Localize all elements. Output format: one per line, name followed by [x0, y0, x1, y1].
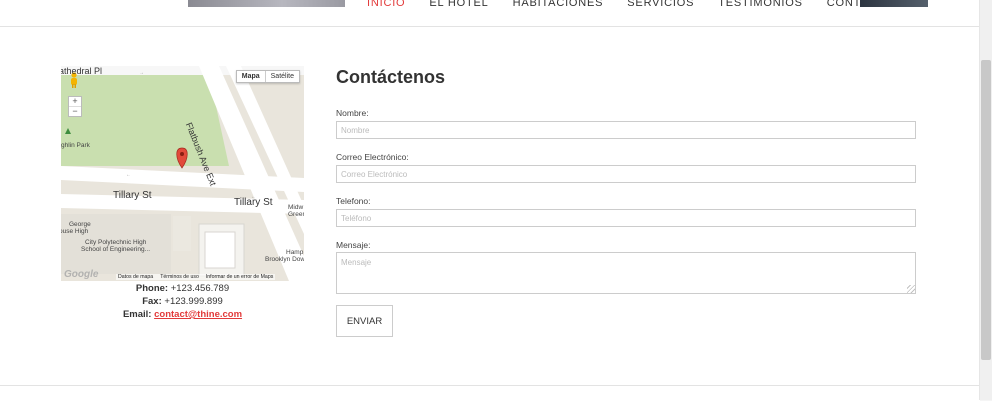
fax-label: Fax: [142, 296, 162, 307]
email-link[interactable]: contact@thine.com [154, 309, 242, 320]
phone-label: Phone: [135, 283, 169, 294]
zoom-in-button[interactable]: + [69, 97, 81, 106]
header-image-left [188, 0, 345, 7]
place-label-polytechnic-2: School of Engineering... [81, 246, 151, 253]
street-label-tillary-west: Tillary St [113, 190, 152, 201]
map-type-map-button[interactable]: Mapa [237, 71, 266, 82]
map-data-link[interactable]: Datos de mapa [118, 274, 153, 280]
map-type-satellite-button[interactable]: Satélite [266, 71, 299, 82]
map-report-link[interactable]: Informar de un error de Maps [206, 274, 273, 280]
map-type-control: Mapa Satélite [235, 70, 300, 83]
place-label-george-2: ouse High [61, 228, 89, 235]
footer-bar [0, 385, 980, 401]
email-line: Email: contact@thine.com [61, 308, 304, 321]
email-field-label: Correo Electrónico: [336, 152, 409, 162]
street-label-tillary-east: Tillary St [234, 197, 273, 208]
map-zoom-control: + − [68, 96, 82, 117]
main-nav: INICIO EL HOTEL HABITACIONES SERVICIOS T… [367, 0, 920, 10]
zoom-out-button[interactable]: − [69, 106, 81, 116]
google-map[interactable]: → ← ← + − Mapa Satélite athedral Pl Flat… [61, 66, 304, 281]
place-label-midwood-2: Green [288, 211, 304, 218]
nav-item-el-hotel[interactable]: EL HOTEL [429, 0, 488, 10]
nav-item-testimonios[interactable]: TESTIMONIOS [718, 0, 803, 10]
phone-line: Phone: +123.456.789 [61, 282, 304, 295]
email-input[interactable] [336, 165, 916, 183]
svg-text:→: → [139, 70, 144, 76]
nav-item-habitaciones[interactable]: HABITACIONES [513, 0, 604, 10]
fax-value: +123.999.899 [164, 296, 223, 307]
message-textarea[interactable] [336, 252, 916, 294]
place-label-park: ghlin Park [61, 142, 90, 149]
page-scrollbar[interactable] [979, 0, 992, 400]
fax-line: Fax: +123.999.899 [61, 295, 304, 308]
email-label: Email: [122, 309, 152, 320]
name-label: Nombre: [336, 108, 369, 118]
nav-item-servicios[interactable]: SERVICIOS [627, 0, 694, 10]
contact-info: Phone: +123.456.789 Fax: +123.999.899 Em… [61, 282, 304, 321]
header-image-right [860, 0, 928, 7]
google-logo[interactable]: Google [64, 269, 98, 280]
phone-field-label: Telefono: [336, 196, 371, 206]
textarea-resize-handle-icon[interactable] [907, 285, 915, 293]
street-label-cathedral: athedral Pl [61, 66, 103, 76]
contact-form-title: Contáctenos [336, 67, 446, 87]
scrollbar-thumb[interactable] [981, 60, 991, 360]
send-button[interactable]: ENVIAR [336, 305, 393, 337]
name-input[interactable] [336, 121, 916, 139]
map-footer: Datos de mapa Términos de uso Informar d… [116, 274, 276, 280]
place-label-brooklyn: Brooklyn Dow [265, 256, 304, 263]
top-navigation-bar: INICIO EL HOTEL HABITACIONES SERVICIOS T… [0, 0, 980, 27]
nav-item-inicio[interactable]: INICIO [367, 0, 405, 10]
phone-input[interactable] [336, 209, 916, 227]
map-terms-link[interactable]: Términos de uso [160, 274, 199, 280]
phone-value: +123.456.789 [170, 283, 230, 294]
message-label: Mensaje: [336, 240, 371, 250]
svg-text:←: ← [126, 172, 131, 178]
